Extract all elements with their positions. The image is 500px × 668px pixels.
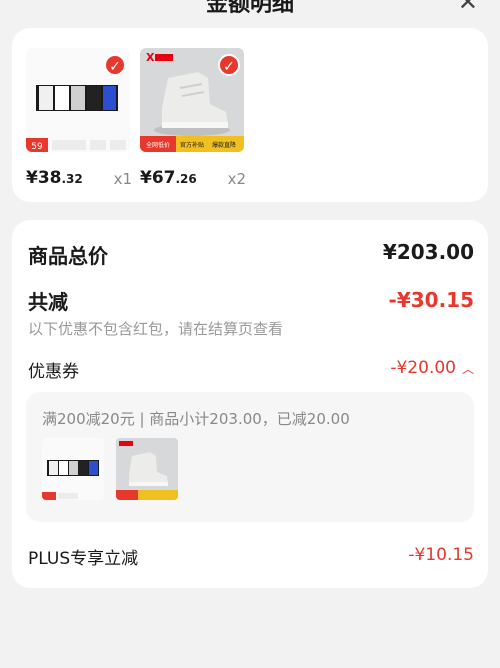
selected-check-icon[interactable]: ✓ (218, 54, 240, 76)
coupon-toggle[interactable]: -¥20.00 ︿ (390, 358, 474, 378)
coupon-desc: 满200减20元 | 商品小计203.00，已减20.00 (42, 410, 350, 428)
socks-thumb-image (42, 438, 104, 500)
price-decimal: .26 (175, 172, 197, 186)
discount-total-value: -¥30.15 (388, 288, 474, 312)
coupon-value: -¥20.00 (390, 358, 456, 378)
xtep-logo: X (146, 51, 155, 64)
product-image-shoe[interactable]: X 全网低价 官方补贴 爆款直降 ✓ (140, 48, 244, 152)
tag-subsidy: 官方补贴 (180, 141, 204, 149)
coupon-product-thumb-socks (42, 438, 104, 500)
plus-label: PLUS专享立减 (28, 549, 139, 569)
tag-price-drop: 爆款直降 (212, 141, 236, 149)
chevron-up-icon: ︿ (461, 362, 474, 376)
product-image-socks[interactable]: 59 ✓ (26, 48, 130, 152)
selected-check-icon[interactable]: ✓ (104, 54, 126, 76)
product-price: ¥67.26 (140, 168, 197, 188)
badge-59: 59 (31, 142, 43, 152)
price-summary-card: 商品总价 ¥203.00 共减 -¥30.15 以下优惠不包含红包，请在结算页查… (12, 220, 488, 588)
shoe-thumb-image (116, 438, 178, 500)
coupon-label: 优惠券 (28, 362, 79, 382)
close-icon[interactable]: ✕ (458, 0, 478, 16)
price-integer: ¥67 (140, 168, 176, 188)
products-card: 59 ✓ ¥38.32 x1 X 全网低价 官方补贴 爆款直降 ✓ ¥67.26… (12, 28, 488, 202)
product-price: ¥38.32 (26, 168, 83, 188)
page-title: 金额明细 (205, 0, 294, 17)
price-decimal: .32 (61, 172, 83, 186)
coupon-product-thumb-shoe (116, 438, 178, 500)
total-value: ¥203.00 (382, 240, 474, 264)
product-item[interactable]: X 全网低价 官方补贴 爆款直降 ✓ ¥67.26 x2 (140, 48, 246, 190)
discount-label: 共减 (28, 290, 68, 314)
product-quantity: x2 (227, 170, 246, 188)
discount-note: 以下优惠不包含红包，请在结算页查看 (28, 320, 284, 338)
plus-value: -¥10.15 (408, 545, 474, 565)
product-quantity: x1 (113, 170, 132, 188)
coupon-detail: 满200减20元 | 商品小计203.00，已减20.00 (26, 392, 474, 522)
total-label: 商品总价 (28, 244, 108, 268)
product-item[interactable]: 59 ✓ ¥38.32 x1 (26, 48, 132, 190)
price-integer: ¥38 (26, 168, 62, 188)
tag-lowest-price: 全网低价 (146, 141, 170, 149)
